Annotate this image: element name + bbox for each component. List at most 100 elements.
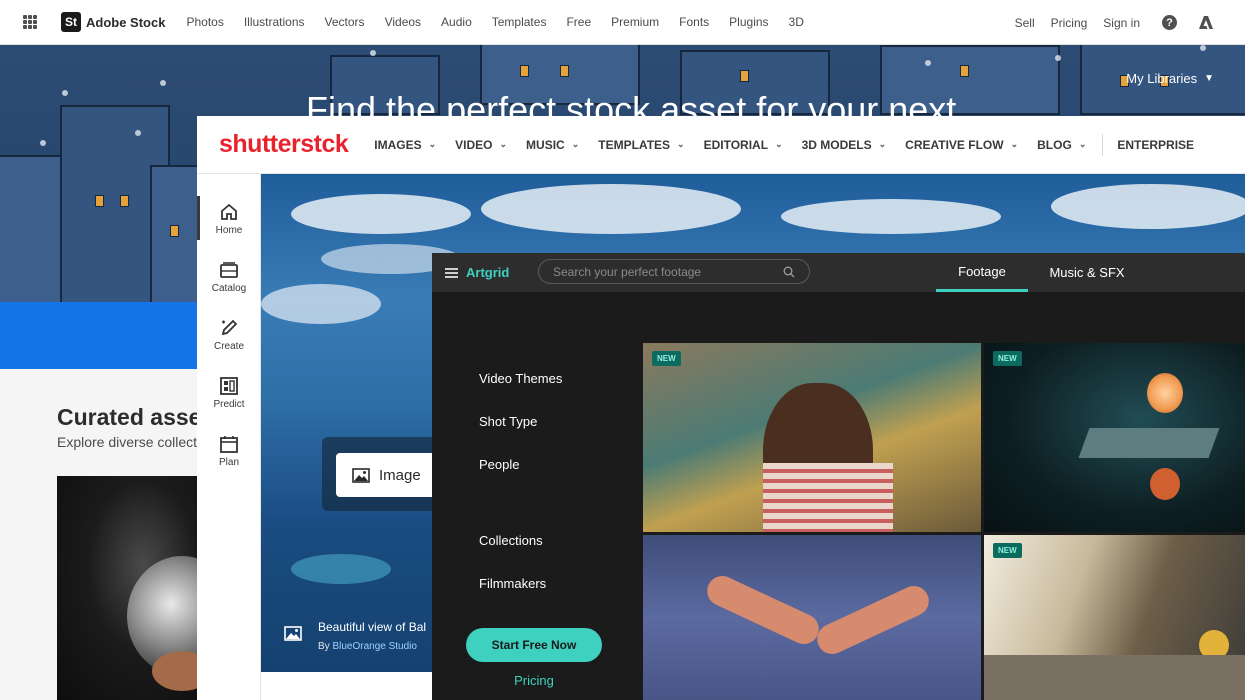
hamburger-menu-icon[interactable]: [445, 267, 458, 278]
shutterstock-sidebar: Home Catalog Create Predict Plan: [197, 174, 261, 700]
ss-nav-label: VIDEO: [455, 137, 493, 152]
catalog-icon: [220, 262, 238, 278]
ss-nav-templates[interactable]: TEMPLATES ⌄: [598, 138, 684, 152]
window-illustration: [170, 225, 179, 237]
nav-divider: [1102, 133, 1104, 156]
adobe-nav-templates[interactable]: Templates: [492, 15, 547, 29]
shirt-illustration: [763, 463, 893, 532]
footage-thumbnail[interactable]: [643, 535, 981, 700]
adobe-stock-name: Adobe Stock: [86, 14, 166, 30]
artgrid-pricing-link[interactable]: Pricing: [466, 673, 602, 688]
chevron-down-icon: ⌄: [499, 139, 508, 149]
chevron-down-icon: ⌄: [677, 139, 685, 149]
adobe-nav-videos[interactable]: Videos: [385, 15, 421, 29]
app-grid-icon[interactable]: [23, 15, 37, 29]
new-badge: NEW: [993, 543, 1022, 558]
artgrid-search-input[interactable]: [553, 264, 773, 279]
footage-thumbnail[interactable]: NEW: [984, 535, 1245, 700]
snowflake-illustration: [40, 140, 46, 146]
adobe-nav-3d[interactable]: 3D: [789, 15, 804, 29]
adobe-nav-fonts[interactable]: Fonts: [679, 15, 709, 29]
window-illustration: [960, 65, 969, 77]
footage-thumbnail[interactable]: NEW: [643, 343, 981, 532]
sidebar-item-home[interactable]: Home: [197, 196, 261, 240]
my-libraries-label: My Libraries: [1126, 71, 1198, 86]
menu-item-collections[interactable]: Collections: [479, 533, 639, 548]
desk-illustration: [984, 655, 1245, 700]
ss-credit-prefix: By: [318, 641, 330, 652]
ss-nav-editorial[interactable]: EDITORIAL ⌄: [704, 138, 783, 152]
cloud-illustration: [481, 184, 741, 234]
my-libraries-button[interactable]: My Libraries ▼: [1126, 71, 1214, 86]
ss-nav-blog[interactable]: BLOG ⌄: [1037, 138, 1086, 152]
shutterstock-nav: IMAGES ⌄ VIDEO ⌄ MUSIC ⌄ TEMPLATES ⌄ EDITORI…: [374, 133, 1213, 156]
new-badge: NEW: [652, 351, 681, 366]
sidebar-item-label: Predict: [213, 399, 245, 410]
ss-nav-music[interactable]: MUSIC ⌄: [526, 138, 579, 152]
start-free-now-button[interactable]: Start Free Now: [466, 628, 602, 662]
adobe-nav-illustrations[interactable]: Illustrations: [244, 15, 305, 29]
chevron-down-icon: ⌄: [571, 139, 580, 149]
adobe-signin-link[interactable]: Sign in: [1103, 16, 1140, 30]
window-illustration: [740, 70, 749, 82]
adobe-nav-premium[interactable]: Premium: [611, 15, 659, 29]
ss-nav-enterprise[interactable]: ENTERPRISE: [1117, 138, 1194, 152]
snowflake-illustration: [1055, 55, 1061, 61]
window-illustration: [95, 195, 104, 207]
adobe-nav-photos[interactable]: Photos: [186, 15, 223, 29]
home-icon: [221, 203, 237, 220]
adobe-stock-logo[interactable]: St Adobe Stock: [61, 12, 165, 32]
adobe-blue-band: [0, 302, 200, 369]
artgrid-search-bar: [538, 259, 810, 284]
adobe-pricing-link[interactable]: Pricing: [1051, 16, 1088, 30]
help-icon[interactable]: ?: [1162, 15, 1177, 30]
ss-nav-3d-models[interactable]: 3D MODELS ⌄: [802, 138, 887, 152]
sidebar-item-catalog[interactable]: Catalog: [197, 260, 261, 294]
sidebar-item-label: Catalog: [211, 283, 247, 294]
search-icon[interactable]: [783, 266, 795, 278]
tab-footage[interactable]: Footage: [936, 253, 1028, 292]
sidebar-item-predict[interactable]: Predict: [197, 376, 261, 410]
footage-thumbnail[interactable]: NEW: [984, 343, 1245, 532]
shutterstock-header: shutterstck IMAGES ⌄ VIDEO ⌄ MUSIC ⌄ TEMPLA…: [197, 116, 1245, 174]
ss-nav-video[interactable]: VIDEO ⌄: [455, 138, 507, 152]
ss-hero-caption: Beautiful view of Bal: [318, 620, 427, 634]
sidebar-item-label: Home: [215, 225, 243, 236]
adobe-nav-vectors[interactable]: Vectors: [325, 15, 365, 29]
adobe-sell-link[interactable]: Sell: [1015, 16, 1035, 30]
ss-nav-label: EDITORIAL: [703, 137, 769, 152]
cloud-illustration: [1051, 184, 1245, 229]
artgrid-logo[interactable]: Artgrid: [466, 265, 509, 280]
ss-nav-images[interactable]: IMAGES ⌄: [374, 138, 436, 152]
ss-image-type-button[interactable]: Image: [336, 453, 436, 497]
hand-illustration: [152, 651, 200, 691]
image-icon: [352, 467, 370, 483]
chevron-down-icon: ▼: [1204, 73, 1214, 84]
menu-item-filmmakers[interactable]: Filmmakers: [479, 576, 639, 591]
tab-music-sfx[interactable]: Music & SFX: [1044, 253, 1130, 292]
sidebar-item-create[interactable]: Create: [197, 318, 261, 352]
swimmer-illustration: [812, 581, 934, 659]
sidebar-item-plan[interactable]: Plan: [197, 434, 261, 468]
adobe-stock-badge: St: [61, 12, 81, 32]
ss-credit-author-link[interactable]: BlueOrange Studio: [332, 641, 417, 652]
curated-asset-image[interactable]: [57, 476, 200, 700]
plan-icon: [220, 436, 238, 453]
adobe-nav-audio[interactable]: Audio: [441, 15, 472, 29]
menu-item-shot-type[interactable]: Shot Type: [479, 414, 639, 429]
chevron-down-icon: ⌄: [1010, 139, 1019, 149]
adobe-nav-plugins[interactable]: Plugins: [729, 15, 768, 29]
cloud-illustration: [781, 199, 1001, 234]
snowflake-illustration: [370, 50, 376, 56]
menu-item-video-themes[interactable]: Video Themes: [479, 371, 639, 386]
shutterstock-logo[interactable]: shutterstck: [219, 130, 349, 159]
ss-nav-creative-flow[interactable]: CREATIVE FLOW ⌄: [905, 138, 1018, 152]
adobe-logo-icon[interactable]: [1199, 16, 1213, 29]
window-illustration: [560, 65, 569, 77]
adobe-nav-free[interactable]: Free: [566, 15, 591, 29]
menu-item-people[interactable]: People: [479, 457, 639, 472]
snowflake-illustration: [135, 130, 141, 136]
ss-nav-label: 3D MODELS: [801, 137, 872, 152]
sidebar-item-label: Create: [213, 341, 244, 352]
ss-nav-label: IMAGES: [374, 137, 422, 152]
